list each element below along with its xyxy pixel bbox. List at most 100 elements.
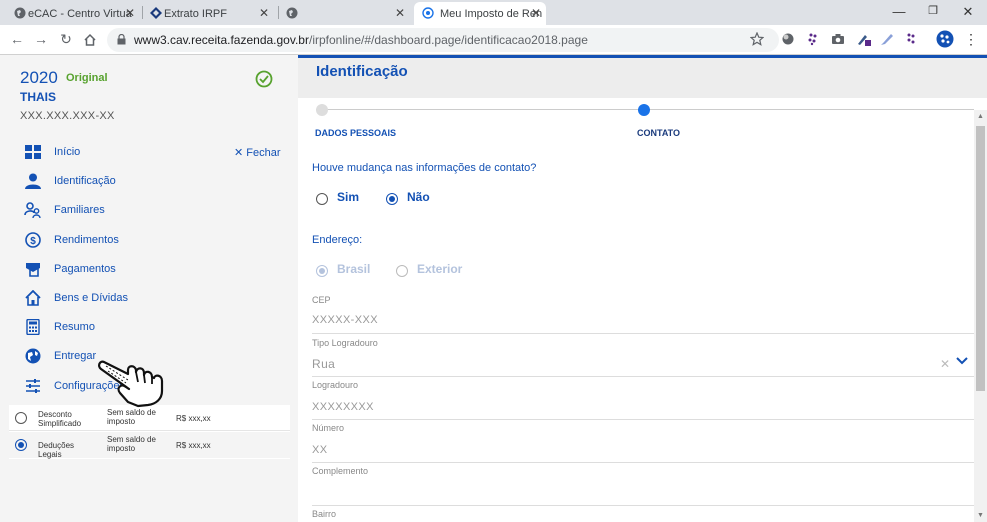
answer-nao-option[interactable]: Não — [386, 190, 430, 205]
family-icon — [24, 201, 42, 219]
browser-tab-ecac[interactable]: eCAC - Centro Virtua ✕ — [12, 2, 140, 25]
step-dot-contato[interactable] — [638, 104, 650, 116]
tax-option-row[interactable]: Deduções Legais Sem saldo de imposto R$ … — [9, 432, 290, 459]
numero-field[interactable]: Número XX — [312, 423, 974, 463]
address-option-label: Brasil — [337, 262, 371, 276]
radio-button[interactable] — [316, 265, 328, 277]
tax-option-radio[interactable] — [15, 412, 27, 424]
home-icon[interactable] — [83, 33, 97, 47]
close-icon[interactable]: ✕ — [530, 6, 542, 20]
browser-tab-bar: eCAC - Centro Virtua ✕ Extrato IRPF ✕ ✕ … — [0, 0, 987, 25]
field-label: Tipo Logradouro — [312, 338, 378, 348]
globe-icon — [24, 347, 42, 365]
profile-avatar-icon[interactable] — [936, 30, 954, 48]
house-icon — [24, 289, 42, 307]
page-header: Identificação — [298, 58, 987, 98]
payments-icon — [24, 260, 42, 278]
back-icon[interactable]: ← — [8, 31, 26, 47]
tax-option-status: Sem saldo de imposto — [107, 408, 156, 426]
cep-field[interactable]: CEP XXXXX-XXX — [312, 295, 974, 334]
field-label: Complemento — [312, 466, 369, 476]
address-brasil-option[interactable]: Brasil — [316, 262, 371, 277]
close-icon[interactable]: ✕ — [394, 6, 406, 20]
globe-icon — [14, 7, 26, 19]
step-dot-dados-pessoais[interactable] — [316, 104, 328, 116]
url-path: /irpfonline/#/dashboard.page/identificac… — [308, 33, 588, 47]
scrollbar[interactable]: ▲ ▼ — [974, 110, 987, 522]
close-menu-button[interactable]: ✕ Fechar — [234, 146, 281, 159]
sidebar-item-pagamentos[interactable]: Pagamentos — [24, 258, 116, 280]
sidebar-item-entregar[interactable]: Entregar — [24, 345, 96, 367]
url-host: www3.cav.receita.fazenda.gov.br — [134, 33, 309, 47]
browser-tab-blank[interactable]: ✕ — [284, 2, 410, 25]
grid-icon — [24, 143, 42, 161]
sidebar-item-rendimentos[interactable]: $ Rendimentos — [24, 229, 119, 251]
scroll-up-arrow-icon[interactable]: ▲ — [977, 113, 984, 120]
answer-sim-option[interactable]: Sim — [316, 190, 360, 205]
sidebar-item-resumo[interactable]: Resumo — [24, 316, 95, 338]
receita-logo-icon — [150, 7, 162, 19]
address-option-label: Exterior — [417, 262, 463, 276]
sidebar-item-identificacao[interactable]: Identificação — [24, 170, 116, 192]
logradouro-field[interactable]: Logradouro XXXXXXXX — [312, 380, 974, 420]
sidebar-item-label: Pagamentos — [54, 263, 116, 275]
radio-button[interactable] — [316, 193, 328, 205]
star-icon[interactable] — [750, 32, 764, 46]
step-label-contato[interactable]: CONTATO — [637, 128, 680, 138]
window-close-button[interactable]: ✕ — [961, 4, 975, 20]
camera-icon[interactable] — [831, 32, 845, 46]
scrollbar-thumb[interactable] — [976, 126, 985, 391]
sidebar: 2020 Original THAIS XXX.XXX.XXX-XX ✕ Fec… — [0, 55, 298, 522]
extension-arrow-icon[interactable] — [857, 32, 871, 46]
field-value: XX — [312, 444, 328, 456]
sidebar-item-familiares[interactable]: Familiares — [24, 199, 105, 221]
bairro-field[interactable]: Bairro — [312, 509, 974, 522]
tipo-logradouro-select[interactable]: Tipo Logradouro Rua ✕ — [312, 338, 974, 377]
browser-tab-meu-imposto[interactable]: Meu Imposto de Ren ✕ — [414, 2, 546, 25]
answer-label: Não — [407, 190, 430, 204]
extension-dots-icon[interactable] — [904, 32, 918, 46]
globe-icon — [286, 7, 298, 19]
address-exterior-option[interactable]: Exterior — [396, 262, 463, 277]
sidebar-item-label: Início — [54, 146, 81, 158]
forward-icon[interactable]: → — [32, 31, 50, 47]
sidebar-item-label: Identificação — [54, 175, 116, 187]
field-label: Bairro — [312, 509, 337, 519]
radio-button[interactable] — [396, 265, 408, 277]
clear-icon[interactable]: ✕ — [940, 357, 950, 371]
sidebar-item-inicio[interactable]: Início — [24, 141, 80, 163]
calculator-icon — [24, 318, 42, 336]
field-label: CEP — [312, 295, 331, 305]
extension-circle-icon[interactable] — [781, 32, 795, 46]
tax-option-status: Sem saldo de imposto — [107, 435, 156, 453]
complemento-field[interactable]: Complemento — [312, 466, 974, 506]
tax-option-name: Desconto Simplificado — [38, 410, 82, 428]
sidebar-item-label: Rendimentos — [54, 234, 119, 246]
person-icon — [24, 172, 42, 190]
restore-button[interactable]: ❐ — [926, 4, 940, 17]
tax-option-radio[interactable] — [15, 439, 27, 451]
menu-kebab-icon[interactable]: ⋮ — [962, 31, 980, 48]
extension-pen-icon[interactable] — [880, 32, 894, 46]
taxpayer-cpf: XXX.XXX.XXX-XX — [20, 110, 115, 122]
tax-option-value: R$ xxx,xx — [176, 414, 211, 423]
step-label-dados-pessoais[interactable]: DADOS PESSOAIS — [315, 128, 396, 138]
radio-button[interactable] — [386, 193, 398, 205]
close-icon[interactable]: ✕ — [124, 6, 136, 20]
browser-tab-extrato[interactable]: Extrato IRPF ✕ — [148, 2, 274, 25]
check-circle-icon — [255, 70, 273, 88]
tax-option-value: R$ xxx,xx — [176, 441, 211, 450]
close-icon[interactable]: ✕ — [258, 6, 270, 20]
chevron-down-icon[interactable] — [956, 356, 968, 366]
answer-label: Sim — [337, 190, 360, 204]
tab-title: eCAC - Centro Virtua — [28, 7, 132, 20]
extension-dots-icon[interactable] — [806, 32, 820, 46]
reload-icon[interactable]: ↻ — [57, 31, 75, 48]
address-label: Endereço: — [312, 234, 363, 246]
scroll-down-arrow-icon[interactable]: ▼ — [977, 512, 984, 519]
minimize-button[interactable]: — — [892, 4, 906, 19]
url-bar[interactable]: www3.cav.receita.fazenda.gov.br/irpfonli… — [107, 28, 779, 52]
sidebar-item-bens-e-dividas[interactable]: Bens e Dívidas — [24, 287, 128, 309]
field-value: XXXXXXXX — [312, 401, 374, 413]
taxpayer-name: THAIS — [20, 90, 56, 104]
